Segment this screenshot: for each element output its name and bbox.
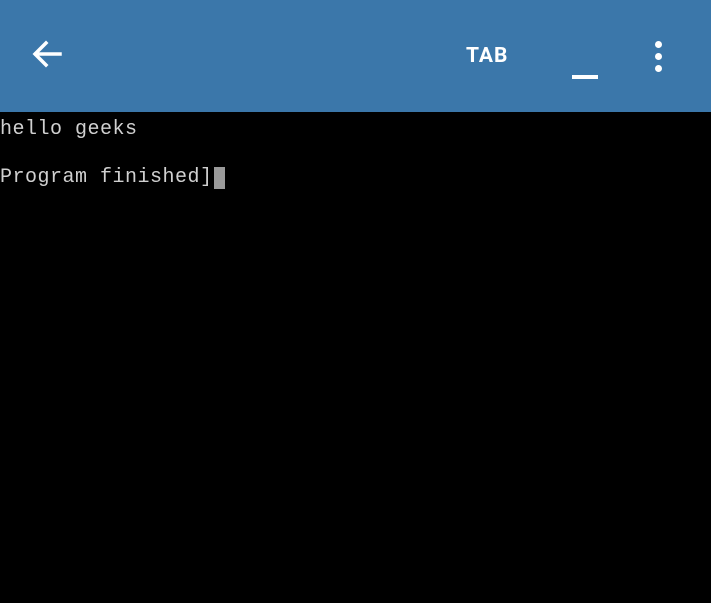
more-vertical-icon	[655, 41, 662, 48]
more-options-button[interactable]	[643, 36, 673, 76]
toolbar: TAB	[0, 0, 711, 112]
back-button[interactable]	[28, 36, 68, 76]
tab-label[interactable]: TAB	[466, 44, 508, 68]
terminal-cursor	[214, 167, 225, 189]
minimize-button[interactable]	[570, 62, 600, 92]
output-line: hello geeks	[0, 118, 711, 142]
output-line: Program finished]	[0, 166, 711, 190]
terminal-output: hello geeks Program finished]	[0, 112, 711, 190]
output-text: Program finished]	[0, 166, 213, 190]
arrow-left-icon	[30, 36, 66, 77]
more-vertical-icon	[655, 53, 662, 60]
minimize-icon	[572, 75, 598, 79]
more-vertical-icon	[655, 65, 662, 72]
